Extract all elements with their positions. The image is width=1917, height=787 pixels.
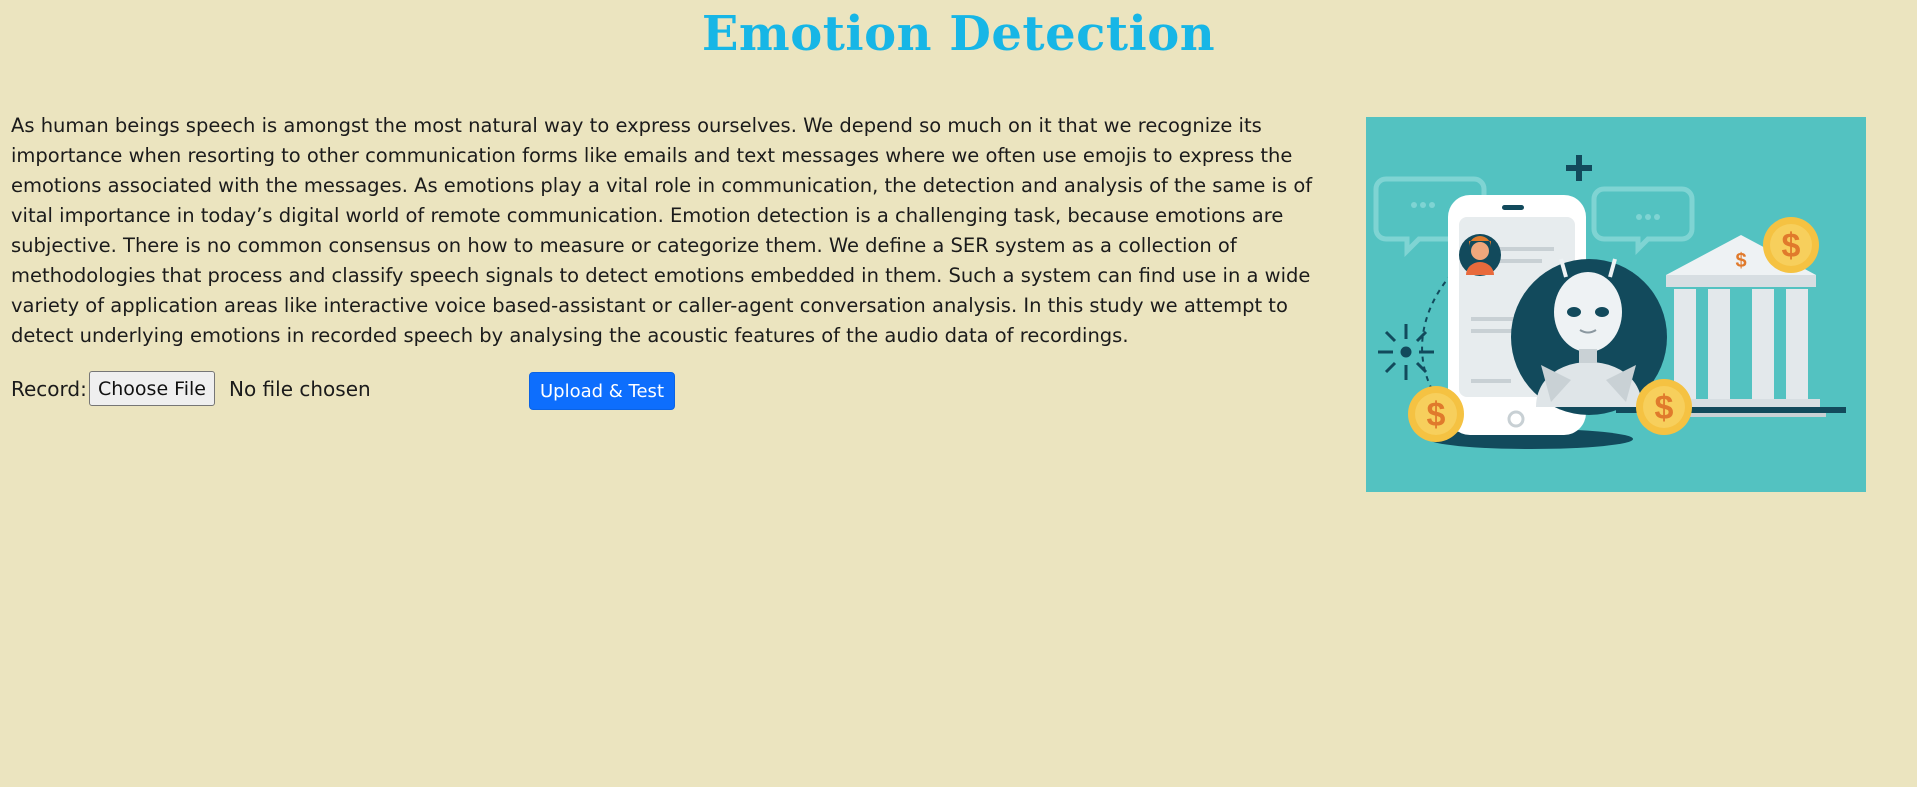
svg-text:$: $ (1735, 250, 1746, 272)
svg-text:$: $ (1782, 227, 1801, 265)
user-avatar-icon (1459, 234, 1501, 276)
file-status-text: No file chosen (229, 377, 371, 401)
sparkle-icon (1378, 324, 1434, 380)
record-form: Record: Choose File No file chosen Uploa… (11, 371, 691, 410)
page-title: Emotion Detection (701, 6, 1216, 62)
record-label: Record: (11, 377, 87, 401)
svg-text:$: $ (1427, 396, 1446, 434)
description-text: As human beings speech is amongst the mo… (11, 114, 1313, 347)
hero-illustration: $ $ $ $ (1366, 117, 1866, 492)
upload-test-button[interactable]: Upload & Test (529, 372, 675, 410)
choose-file-button[interactable]: Choose File (89, 371, 215, 406)
svg-text:$: $ (1655, 389, 1674, 427)
